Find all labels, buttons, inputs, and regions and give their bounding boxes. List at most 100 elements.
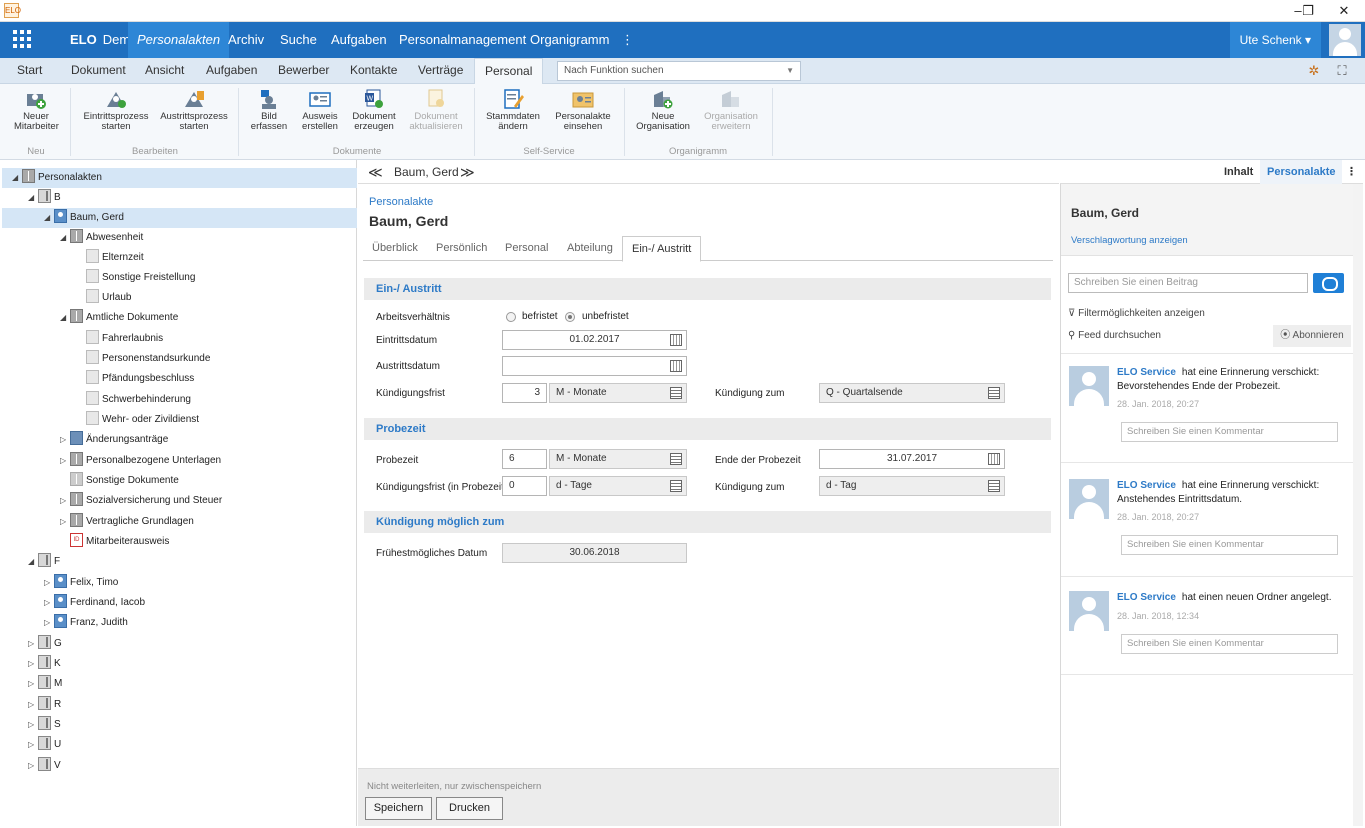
tab-abteilung[interactable]: Abteilung	[558, 236, 622, 261]
kf-probezeit-unit-select[interactable]: d - Tage	[549, 476, 687, 496]
comment-input[interactable]: Schreiben Sie einen Kommentar	[1121, 422, 1338, 442]
comment-input[interactable]: Schreiben Sie einen Kommentar	[1121, 634, 1338, 654]
kuendigungsfrist-number-field[interactable]: 3	[502, 383, 547, 403]
tab-persoenlich[interactable]: Persönlich	[427, 236, 496, 261]
start-entry-process-button[interactable]: Eintrittsprozess starten	[82, 89, 150, 132]
nav-more-button[interactable]: ⋮	[612, 22, 643, 58]
kuendigung-zum-select[interactable]: Q - Quartalsende	[819, 383, 1005, 403]
tab-ueberblick[interactable]: Überblick	[363, 236, 427, 261]
kf-probezeit-number-field[interactable]: 0	[502, 476, 547, 496]
tree-item-aenderungsantraege[interactable]: ▷ Änderungsanträge	[2, 430, 357, 450]
tab-vertraege[interactable]: Verträge	[414, 58, 467, 84]
tree-item-v[interactable]: ▷ V	[2, 756, 357, 776]
restore-button[interactable]: ❐	[1290, 0, 1326, 22]
tree-item-fahrerlaubnis[interactable]: Fahrerlaubnis	[2, 329, 357, 349]
back-arrow-icon[interactable]: ≪	[368, 160, 383, 184]
filter-options-link[interactable]: ⊽ Filtermöglichkeiten anzeigen	[1068, 308, 1205, 319]
post-comment-icon[interactable]	[1313, 273, 1344, 293]
tree-item-s[interactable]: ▷ S	[2, 715, 357, 735]
tab-ein-austritt[interactable]: Ein-/ Austritt	[622, 236, 702, 262]
list-picker-icon[interactable]	[670, 453, 682, 465]
tree-item-sonstige-dokumente[interactable]: Sonstige Dokumente	[2, 471, 357, 491]
new-organization-button[interactable]: Neue Organisation	[634, 89, 692, 132]
tab-kontakte[interactable]: Kontakte	[346, 58, 401, 84]
eintrittsdatum-field[interactable]: 01.02.2017	[502, 330, 687, 350]
tree-item-ferdinand-iacob[interactable]: ▷ Ferdinand, Iacob	[2, 593, 357, 613]
tree-item-vertragliche-grundlagen[interactable]: ▷ Vertragliche Grundlagen	[2, 512, 357, 532]
calendar-icon[interactable]	[670, 360, 682, 372]
feed-author-link[interactable]: ELO Service	[1117, 592, 1176, 603]
nav-archiv[interactable]: Archiv	[219, 22, 273, 58]
tree-item-f[interactable]: ◢ F	[2, 552, 357, 572]
tree-item-abwesenheit[interactable]: ◢ Abwesenheit	[2, 228, 357, 248]
breadcrumb-current[interactable]: Baum, Gerd	[394, 160, 459, 184]
feed-author-link[interactable]: ELO Service	[1117, 480, 1176, 491]
probezeit-number-field[interactable]: 6	[502, 449, 547, 469]
tree-item-m[interactable]: ▷ M	[2, 674, 357, 694]
tree-item-mitarbeiterausweis[interactable]: ID Mitarbeiterausweis	[2, 532, 357, 552]
list-picker-icon[interactable]	[988, 387, 1000, 399]
comment-input[interactable]: Schreiben Sie einen Kommentar	[1121, 535, 1338, 555]
app-launcher-icon[interactable]	[13, 30, 31, 48]
calendar-icon[interactable]	[670, 334, 682, 346]
tree-item-personenstandsurkunde[interactable]: Personenstandsurkunde	[2, 349, 357, 369]
user-avatar[interactable]	[1329, 24, 1361, 56]
tree-item-elternzeit[interactable]: Elternzeit	[2, 248, 357, 268]
tree-item-k[interactable]: ▷ K	[2, 654, 357, 674]
show-keywording-link[interactable]: Verschlagwortung anzeigen	[1071, 235, 1188, 246]
tab-personal[interactable]: Personal	[474, 58, 544, 85]
tab-start[interactable]: Start	[13, 58, 46, 84]
save-button[interactable]: Speichern	[365, 797, 432, 820]
start-exit-process-button[interactable]: Austrittsprozess starten	[160, 89, 228, 132]
close-button[interactable]: ✕	[1326, 0, 1362, 22]
tab-personalakte[interactable]: Personalakte	[1260, 160, 1343, 184]
list-picker-icon[interactable]	[670, 480, 682, 492]
probezeit-unit-select[interactable]: M - Monate	[549, 449, 687, 469]
generate-document-button[interactable]: W Dokument erzeugen	[350, 89, 398, 132]
tree-item-amtliche-dokumente[interactable]: ◢ Amtliche Dokumente	[2, 308, 357, 328]
tree-item-r[interactable]: ▷ R	[2, 695, 357, 715]
settings-gear-icon[interactable]: ✲	[1306, 63, 1322, 79]
list-picker-icon[interactable]	[988, 480, 1000, 492]
tab-aufgaben[interactable]: Aufgaben	[202, 58, 261, 84]
tree-item-urlaub[interactable]: Urlaub	[2, 288, 357, 308]
tree-item-pfaendungsbeschluss[interactable]: Pfändungsbeschluss	[2, 369, 357, 389]
austrittsdatum-field[interactable]	[502, 356, 687, 376]
tab-inhalt[interactable]: Inhalt	[1217, 160, 1260, 184]
befristet-radio[interactable]	[506, 312, 516, 322]
calendar-icon[interactable]	[988, 453, 1000, 465]
tree-item-personalakten[interactable]: ◢ Personalakten	[2, 168, 357, 188]
list-picker-icon[interactable]	[670, 387, 682, 399]
post-input[interactable]: Schreiben Sie einen Beitrag	[1068, 273, 1308, 293]
tree-item-baum-gerd[interactable]: ◢ Baum, Gerd	[2, 208, 357, 228]
view-personnel-file-button[interactable]: Personalakte einsehen	[552, 89, 614, 132]
more-options-icon[interactable]: ⋮	[1339, 160, 1364, 184]
feed-scrollbar[interactable]	[1353, 184, 1363, 826]
kuendigung-zum2-select[interactable]: d - Tag	[819, 476, 1005, 496]
tab-dokument[interactable]: Dokument	[67, 58, 130, 84]
unbefristet-radio[interactable]	[565, 312, 575, 322]
subscribe-button[interactable]: ⦿ Abonnieren	[1273, 325, 1351, 347]
feed-search-link[interactable]: ⚲ Feed durchsuchen	[1068, 330, 1161, 341]
tree-item-g[interactable]: ▷ G	[2, 634, 357, 654]
tree-item-felix-timo[interactable]: ▷ Felix, Timo	[2, 573, 357, 593]
tree-item-personalbezogene-unterlagen[interactable]: ▷ Personalbezogene Unterlagen	[2, 451, 357, 471]
new-employee-button[interactable]: Neuer Mitarbeiter	[14, 89, 59, 132]
function-search-input[interactable]: Nach Funktion suchen ▼	[557, 61, 801, 81]
tree-item-schwerbehinderung[interactable]: Schwerbehinderung	[2, 390, 357, 410]
nav-personalmanagement[interactable]: Personalmanagement	[390, 22, 535, 58]
tree-item-sozialversicherung[interactable]: ▷ Sozialversicherung und Steuer	[2, 491, 357, 511]
fullscreen-icon[interactable]: ⛶	[1334, 63, 1350, 79]
capture-photo-button[interactable]: Bild erfassen	[248, 89, 290, 132]
extend-organization-button[interactable]: Organisation erweitern	[700, 89, 762, 132]
create-id-card-button[interactable]: Ausweis erstellen	[298, 89, 342, 132]
tree-item-franz-judith[interactable]: ▷ Franz, Judith	[2, 613, 357, 633]
print-button[interactable]: Drucken	[436, 797, 503, 820]
tree-item-u[interactable]: ▷ U	[2, 735, 357, 755]
ende-probezeit-field[interactable]: 31.07.2017	[819, 449, 1005, 469]
nav-personalakten[interactable]: Personalakten	[128, 22, 230, 58]
tab-bewerber[interactable]: Bewerber	[274, 58, 333, 84]
tree-item-wehrdienst[interactable]: Wehr- oder Zivildienst	[2, 410, 357, 430]
tree-item-sonstige-freistellung[interactable]: Sonstige Freistellung	[2, 268, 357, 288]
feed-author-link[interactable]: ELO Service	[1117, 367, 1176, 378]
